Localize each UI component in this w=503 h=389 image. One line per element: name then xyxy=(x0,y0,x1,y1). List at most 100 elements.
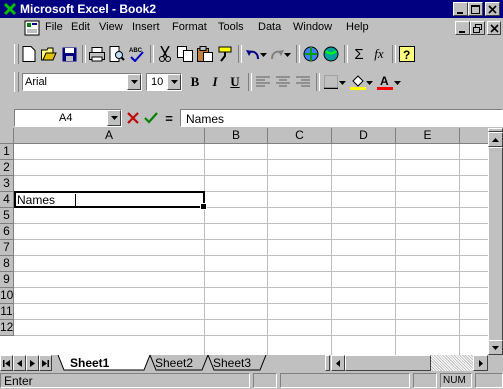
menu-format[interactable]: Format xyxy=(172,21,207,33)
paste-function-icon[interactable]: fx xyxy=(370,45,388,63)
row-header-3[interactable]: 3 xyxy=(0,176,14,192)
autosum-icon[interactable]: Σ xyxy=(350,45,368,63)
maximize-button[interactable] xyxy=(468,2,483,16)
column-header-d[interactable]: D xyxy=(332,128,396,144)
insert-hyperlink-icon[interactable] xyxy=(302,45,320,63)
enter-button[interactable] xyxy=(142,110,160,126)
office-assistant-icon[interactable]: ? xyxy=(398,45,416,63)
sheet-tab-sheet1[interactable]: Sheet1 xyxy=(70,356,109,370)
minimize-icon xyxy=(459,30,465,33)
align-left-icon[interactable] xyxy=(254,73,272,91)
fill-handle[interactable] xyxy=(200,203,207,210)
workbook-icon[interactable] xyxy=(24,20,40,36)
toolbar-grip[interactable] xyxy=(14,72,19,92)
font-name-box[interactable]: Arial xyxy=(22,73,142,91)
menu-insert[interactable]: Insert xyxy=(132,21,160,33)
menu-edit[interactable]: Edit xyxy=(71,21,90,33)
horizontal-scroll-thumb[interactable] xyxy=(345,355,431,371)
cancel-x-icon xyxy=(127,112,139,124)
select-all-corner[interactable] xyxy=(0,128,14,144)
cut-icon[interactable] xyxy=(156,45,174,63)
next-sheet-button[interactable] xyxy=(26,355,39,371)
column-header-e[interactable]: E xyxy=(396,128,460,144)
column-header-f[interactable] xyxy=(460,128,488,144)
chevron-down-icon[interactable] xyxy=(107,110,121,126)
workbook-close-button[interactable] xyxy=(487,21,501,35)
chevron-down-icon[interactable] xyxy=(259,46,268,64)
toolbar-separator xyxy=(344,45,348,63)
column-header-b[interactable]: B xyxy=(205,128,268,144)
scroll-thumb[interactable] xyxy=(488,147,503,343)
chevron-down-icon[interactable] xyxy=(365,74,374,92)
row-header-10[interactable]: 10 xyxy=(0,288,14,304)
web-toolbar-icon[interactable] xyxy=(322,45,340,63)
horizontal-scroll-track[interactable] xyxy=(431,355,473,371)
font-color-icon[interactable]: A xyxy=(376,73,394,91)
arrow-up-icon xyxy=(492,137,499,142)
menu-bar: File Edit View Insert Format Tools Data … xyxy=(0,18,503,38)
minimize-button[interactable] xyxy=(453,2,468,16)
workbook-minimize-button[interactable] xyxy=(455,21,470,35)
close-button[interactable] xyxy=(485,2,500,16)
last-sheet-button[interactable] xyxy=(39,355,52,371)
cancel-button[interactable] xyxy=(124,110,142,126)
row-header-1[interactable]: 1 xyxy=(0,144,14,160)
chevron-down-icon[interactable] xyxy=(127,74,141,90)
chevron-down-icon[interactable] xyxy=(393,74,402,92)
sheet-tab-sheet2[interactable]: Sheet2 xyxy=(155,356,193,370)
vertical-scrollbar[interactable] xyxy=(488,128,503,355)
edit-formula-button[interactable]: = xyxy=(160,110,178,126)
row-header-5[interactable]: 5 xyxy=(0,208,14,224)
column-header-c[interactable]: C xyxy=(268,128,332,144)
name-box[interactable]: A4 xyxy=(14,109,122,127)
column-header-a[interactable]: A xyxy=(14,128,205,144)
paste-icon[interactable] xyxy=(196,45,214,63)
row-header-9[interactable]: 9 xyxy=(0,272,14,288)
menu-tools[interactable]: Tools xyxy=(218,21,244,33)
first-sheet-button[interactable] xyxy=(0,355,13,371)
copy-icon[interactable] xyxy=(176,45,194,63)
row-header-2[interactable]: 2 xyxy=(0,160,14,176)
menu-data[interactable]: Data xyxy=(258,21,281,33)
row-header-6[interactable]: 6 xyxy=(0,224,14,240)
align-center-icon[interactable] xyxy=(274,73,292,91)
chevron-down-icon[interactable] xyxy=(283,46,292,64)
chevron-down-icon[interactable] xyxy=(338,74,347,92)
row-header-4[interactable]: 4 xyxy=(0,192,14,208)
row-header-11[interactable]: 11 xyxy=(0,304,14,320)
menu-window[interactable]: Window xyxy=(293,21,332,33)
sheet-tab-sheet3[interactable]: Sheet3 xyxy=(213,356,251,370)
formula-input[interactable]: Names xyxy=(180,109,503,127)
open-icon[interactable] xyxy=(40,45,58,63)
underline-icon[interactable]: U xyxy=(226,73,244,91)
font-size-box[interactable]: 10 xyxy=(146,73,182,91)
scroll-right-button[interactable] xyxy=(473,355,488,371)
status-bar: Enter NUM xyxy=(0,371,503,389)
row-header-8[interactable]: 8 xyxy=(0,256,14,272)
spelling-icon[interactable]: ABC xyxy=(128,45,146,63)
tab-split-box[interactable] xyxy=(325,355,330,371)
active-cell-a4[interactable]: Names xyxy=(14,191,207,210)
menu-file[interactable]: File xyxy=(45,21,63,33)
print-preview-icon[interactable] xyxy=(108,45,126,63)
print-icon[interactable] xyxy=(88,45,106,63)
align-right-icon[interactable] xyxy=(294,73,312,91)
worksheet-grid[interactable]: A B C D E 1 2 3 4 5 6 7 8 9 10 11 12 Nam… xyxy=(0,128,488,368)
save-icon[interactable] xyxy=(60,45,78,63)
previous-sheet-button[interactable] xyxy=(13,355,26,371)
menu-view[interactable]: View xyxy=(99,21,123,33)
bold-icon[interactable]: B xyxy=(186,73,204,91)
menu-help[interactable]: Help xyxy=(346,21,369,33)
title-bar[interactable]: Microsoft Excel - Book2 xyxy=(0,0,503,18)
format-painter-icon[interactable] xyxy=(216,45,234,63)
scroll-up-button[interactable] xyxy=(488,132,503,147)
scroll-down-button[interactable] xyxy=(488,340,503,355)
chevron-down-icon[interactable] xyxy=(167,74,181,90)
toolbar-grip[interactable] xyxy=(14,44,19,64)
row-header-7[interactable]: 7 xyxy=(0,240,14,256)
new-icon[interactable] xyxy=(20,45,38,63)
row-header-12[interactable]: 12 xyxy=(0,320,14,336)
workbook-restore-button[interactable] xyxy=(470,21,485,35)
scroll-left-button[interactable] xyxy=(331,355,345,371)
italic-icon[interactable]: I xyxy=(206,73,224,91)
